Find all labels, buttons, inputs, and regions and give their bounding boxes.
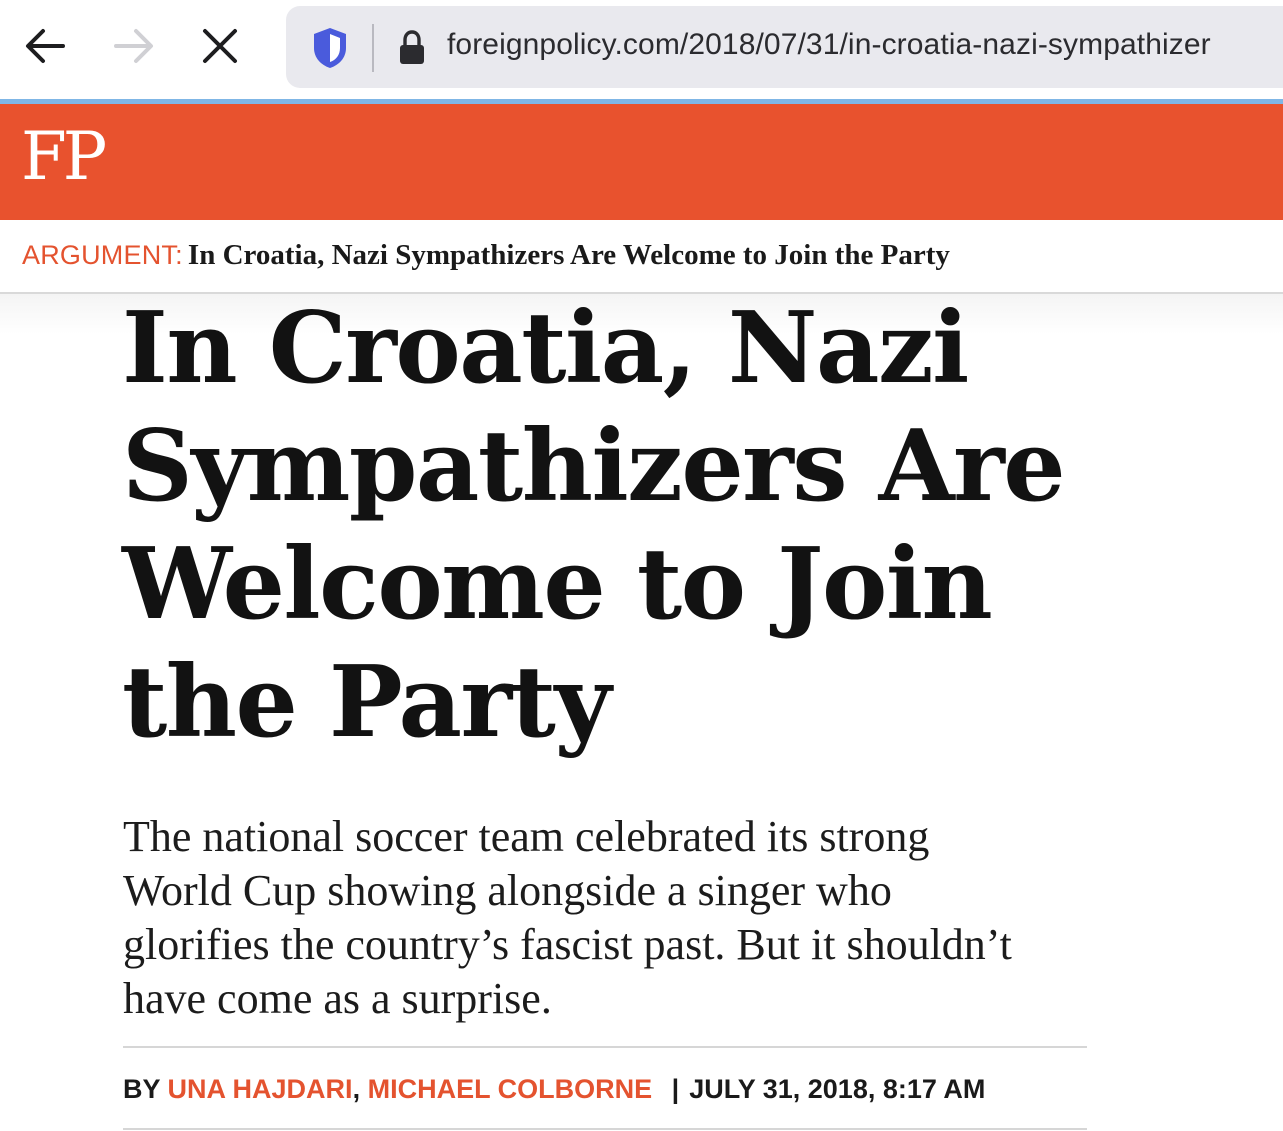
byline-divider: | [671,1074,680,1104]
sticky-article-bar: ARGUMENT: In Croatia, Nazi Sympathizers … [0,220,1283,294]
breadcrumb-title: In Croatia, Nazi Sympathizers Are Welcom… [187,239,950,271]
lock-icon[interactable] [398,30,426,66]
arrow-right-icon [114,29,153,63]
arrow-left-icon [26,29,65,63]
byline-prefix: BY [123,1074,161,1104]
forward-button[interactable] [106,18,162,74]
url-text[interactable]: foreignpolicy.com/2018/07/31/in-croatia-… [447,28,1211,62]
close-icon [203,29,237,63]
author-link-michael-colborne[interactable]: MICHAEL COLBORNE [368,1074,653,1104]
url-divider [372,24,374,72]
back-button[interactable] [17,18,73,74]
author-separator: , [352,1074,361,1104]
byline-divider-bottom [123,1128,1087,1130]
site-header: FP [0,104,1283,220]
publish-date: JULY 31, 2018, 8:17 AM [689,1074,986,1104]
stop-loading-button[interactable] [192,18,248,74]
section-kicker[interactable]: ARGUMENT: [22,240,183,270]
byline: BY UNA HAJDARI, MICHAEL COLBORNE | JULY 3… [123,1074,985,1105]
address-bar[interactable]: foreignpolicy.com/2018/07/31/in-croatia-… [286,6,1283,88]
breadcrumb: ARGUMENT: In Croatia, Nazi Sympathizers … [22,239,950,272]
site-logo[interactable]: FP [21,124,107,190]
byline-divider-top [123,1046,1087,1048]
shield-icon[interactable] [310,26,350,70]
author-link-una-hajdari[interactable]: UNA HAJDARI [168,1074,353,1104]
article-headline: In Croatia, Nazi Sympathizers Are Welcom… [122,291,1066,760]
browser-toolbar: foreignpolicy.com/2018/07/31/in-croatia-… [0,0,1283,100]
article-dek: The national soccer team celebrated its … [123,812,1012,1023]
